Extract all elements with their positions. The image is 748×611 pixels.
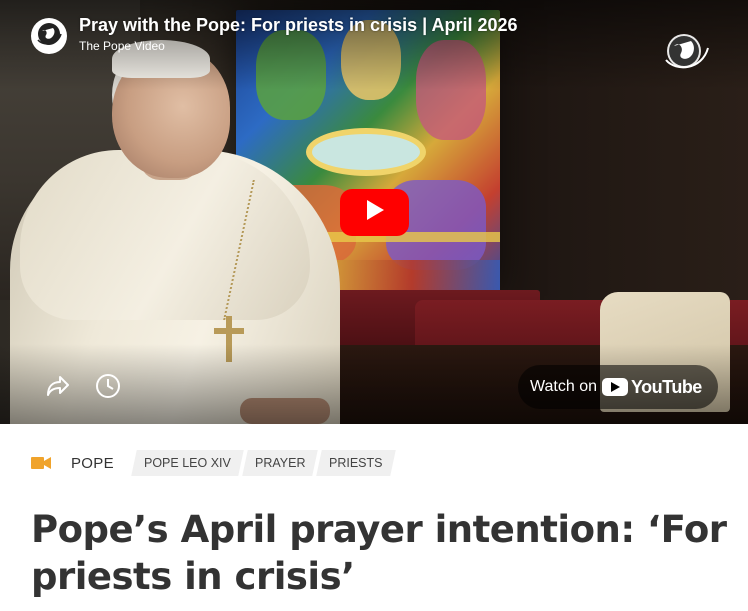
video-title[interactable]: Pray with the Pope: For priests in crisi…: [79, 15, 518, 36]
tag-label: PRIESTS: [329, 456, 383, 470]
share-button[interactable]: [44, 374, 72, 402]
video-camera-icon: [31, 456, 51, 470]
watch-later-button[interactable]: [92, 372, 124, 404]
tag-label: POPE LEO XIV: [143, 456, 231, 470]
share-icon: [46, 375, 70, 402]
tag-pope-leo-xiv[interactable]: POPE LEO XIV: [131, 450, 244, 476]
play-icon: [365, 199, 385, 226]
channel-avatar[interactable]: [31, 18, 67, 54]
clock-icon: [95, 373, 121, 404]
video-embed[interactable]: Pray with the Pope: For priests in crisi…: [0, 0, 748, 424]
corner-logo: [662, 31, 710, 75]
youtube-play-icon: [602, 378, 628, 396]
tag-prayer[interactable]: PRAYER: [241, 450, 318, 476]
youtube-wordmark: YouTube: [631, 376, 702, 397]
watch-on-youtube-button[interactable]: Watch on YouTube: [518, 365, 718, 409]
globe-logo-icon: [662, 30, 710, 77]
watch-on-label: Watch on: [530, 378, 597, 395]
tag-label: PRAYER: [254, 456, 306, 470]
globe-logo-icon: [35, 20, 63, 53]
channel-name[interactable]: The Pope Video: [79, 39, 165, 53]
pectoral-cross-bar: [214, 328, 244, 334]
tag-row: POPE POPE LEO XIV PRAYER PRIESTS: [31, 450, 397, 476]
category-pope[interactable]: POPE: [71, 455, 114, 472]
article-header: POPE POPE LEO XIV PRAYER PRIESTS Pope’s …: [0, 424, 748, 611]
tag-priests[interactable]: PRIESTS: [316, 450, 396, 476]
play-button[interactable]: [340, 189, 409, 236]
article-headline: Pope’s April prayer intention: ‘For prie…: [31, 508, 727, 598]
